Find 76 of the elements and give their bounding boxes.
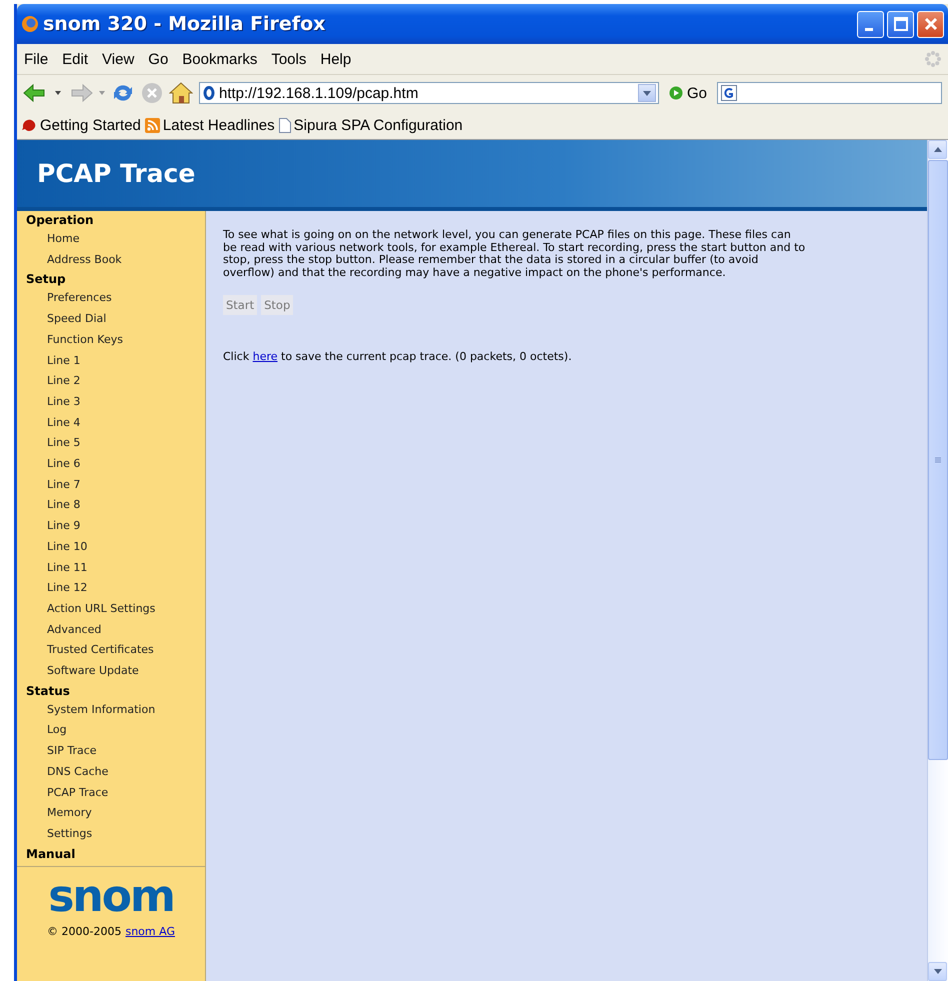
sidebar-section[interactable]: Setup	[17, 270, 205, 288]
sidebar-section[interactable]: Operation	[17, 211, 205, 229]
down-arrow-icon	[934, 969, 942, 974]
bookmark-link[interactable]: Latest Headlines	[144, 116, 275, 134]
dropdown-icon[interactable]	[638, 84, 656, 102]
sidebar-section[interactable]: Manual	[17, 844, 205, 863]
scrollbar[interactable]	[927, 140, 948, 981]
ring-icon	[203, 86, 215, 100]
menu-item[interactable]: Edit	[55, 48, 96, 70]
sidebar-item[interactable]: Line 3	[17, 392, 205, 413]
save-text: Click here to save the current pcap trace. (0 packets, 0 octets).	[223, 350, 573, 363]
go-button[interactable]: Go	[665, 84, 712, 102]
sidebar-item[interactable]: Function Keys	[17, 330, 205, 351]
window-title: snom 320 - Mozilla Firefox	[43, 13, 326, 35]
up-arrow-icon	[934, 147, 942, 152]
scroll-down-button[interactable]	[928, 962, 947, 981]
sidebar-item[interactable]: PCAP Trace	[17, 782, 205, 804]
sidebar-item[interactable]: Line 10	[17, 536, 205, 558]
description-text: To see what is going on on the network level, you can generate PCAP files on this page. These files can be read with various network tools, for example Ethereal. To start recording, press the start button and to stop, press the stop button. Please remember that the data is stored in a circular buffer (to avoid overflow) and that the recording may have a negative impact on the phone's performance.	[223, 229, 806, 279]
sidebar-item[interactable]: Settings	[17, 824, 205, 845]
save-link[interactable]: here	[252, 350, 278, 363]
close-button[interactable]	[917, 10, 944, 38]
menu-item[interactable]: Tools	[264, 48, 314, 70]
sidebar-item[interactable]: Action URL Settings	[17, 598, 205, 620]
firefox-icon	[21, 15, 39, 33]
sidebar-item[interactable]: Line 1	[17, 350, 205, 372]
sidebar-item[interactable]: Speed Dial	[17, 309, 205, 330]
sidebar-item[interactable]: Log	[17, 720, 205, 742]
throbber-icon	[924, 50, 942, 68]
sidebar-item[interactable]: Line 2	[17, 371, 205, 392]
sidebar-item[interactable]: Line 11	[17, 558, 205, 578]
sidebar-item[interactable]: Trusted Certificates	[17, 640, 205, 662]
minimize-button[interactable]	[857, 10, 884, 38]
sidebar-item[interactable]: Preferences	[17, 288, 205, 310]
sidebar-item[interactable]: Software Update	[17, 661, 205, 682]
sidebar-item[interactable]: Address Book	[17, 250, 205, 270]
menu-item[interactable]: View	[95, 48, 142, 70]
sidebar-item[interactable]: Advanced	[17, 620, 205, 640]
company-link[interactable]: snom AG	[125, 924, 175, 938]
menu-item[interactable]: Help	[313, 48, 358, 70]
menu-item[interactable]: File	[17, 48, 56, 70]
sidebar-item[interactable]: DNS Cache	[17, 762, 205, 783]
sidebar-item[interactable]: Line 8	[17, 495, 205, 516]
copyright-text: © 2000-2005	[47, 924, 122, 938]
play-icon	[669, 86, 683, 100]
search-engine-icon	[721, 85, 740, 101]
address-field[interactable]: http://192.168.1.109/pcap.htm	[199, 82, 659, 104]
maximize-button[interactable]	[887, 10, 914, 38]
sidebar-item[interactable]: Line 7	[17, 474, 205, 496]
close-icon	[924, 17, 938, 31]
sidebar-item[interactable]: Line 6	[17, 454, 205, 475]
menu-item[interactable]: Bookmarks	[175, 48, 264, 70]
logo: snom	[48, 872, 174, 921]
sidebar-item[interactable]: Line 4	[17, 412, 205, 434]
caret-icon[interactable]	[55, 91, 61, 95]
minimize-icon	[865, 28, 873, 30]
scroll-up-button[interactable]	[928, 140, 947, 159]
menu-item[interactable]: Go	[141, 48, 176, 70]
bookmark-link[interactable]: Getting Started	[21, 116, 141, 134]
rss-feed-icon	[144, 118, 160, 132]
page-title: PCAP Trace	[37, 159, 196, 188]
sidebar-section[interactable]: Status	[17, 682, 205, 700]
bookmark-link[interactable]: Sipura SPA Configuration	[278, 116, 463, 134]
sidebar-item[interactable]: Line 12	[17, 578, 205, 599]
sidebar-item[interactable]: System Information	[17, 700, 205, 720]
sidebar-item[interactable]: Line 5	[17, 433, 205, 454]
bookmark-icon	[21, 118, 37, 132]
sidebar-item[interactable]: Home	[17, 229, 205, 250]
sidebar-item[interactable]: Line 9	[17, 516, 205, 537]
home-icon[interactable]	[169, 82, 193, 104]
sidebar-item[interactable]: Memory	[17, 803, 205, 824]
sidebar-item[interactable]: SIP Trace	[17, 741, 205, 762]
scroll-thumb[interactable]	[928, 160, 948, 760]
maximize-icon	[894, 17, 908, 31]
page-icon	[278, 118, 291, 132]
search-field[interactable]	[717, 82, 942, 104]
